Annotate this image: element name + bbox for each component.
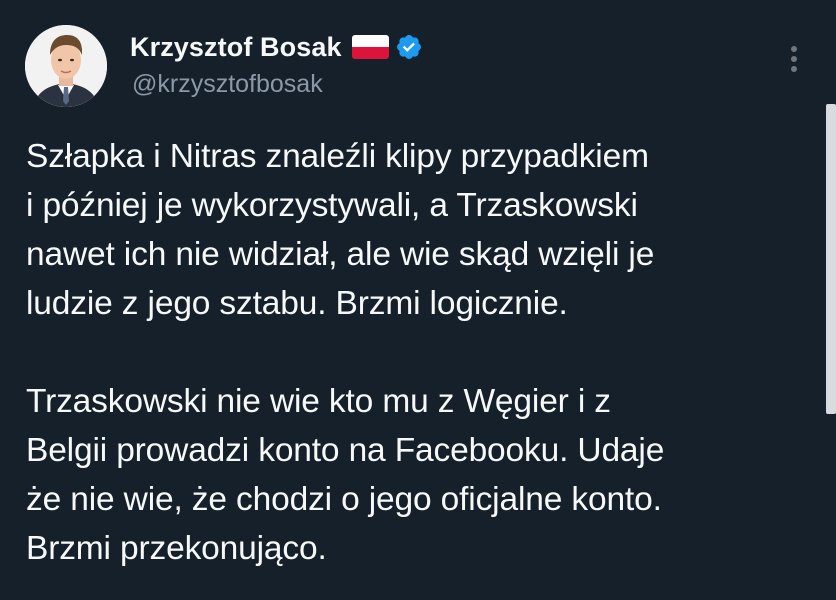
author-header: Krzysztof Bosak: [130, 30, 423, 64]
tweet-card: Krzysztof Bosak @krzysztofbosak Szłapka …: [0, 0, 836, 600]
more-options-button[interactable]: [782, 42, 806, 76]
author-handle[interactable]: @krzysztofbosak: [132, 70, 323, 99]
poland-flag-icon: [351, 35, 389, 59]
tweet-paragraph: Trzaskowski nie wie kto mu z Węgier i z …: [26, 383, 665, 567]
scrollbar-thumb[interactable]: [826, 104, 836, 414]
tweet-text: Szłapka i Nitras znaleźli klipy przypadk…: [26, 132, 806, 573]
display-name[interactable]: Krzysztof Bosak: [130, 32, 342, 63]
more-dots-icon: [791, 46, 797, 72]
verified-badge-icon[interactable]: [395, 33, 423, 61]
tweet-paragraph: Szłapka i Nitras znaleźli klipy przypadk…: [26, 138, 655, 322]
avatar[interactable]: [25, 25, 107, 107]
avatar-image: [25, 25, 107, 107]
